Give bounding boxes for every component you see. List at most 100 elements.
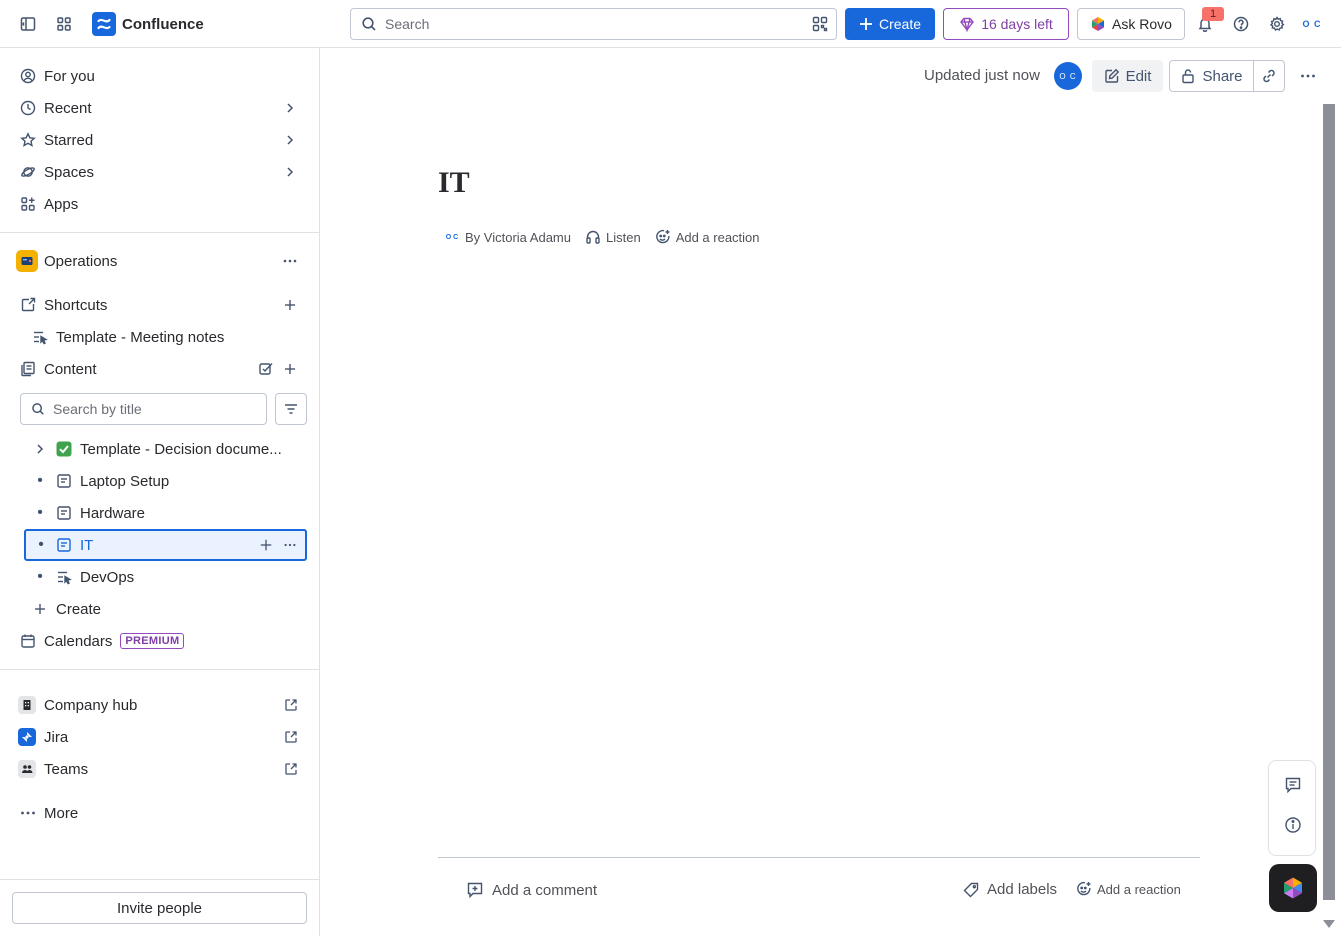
invite-people-button[interactable]: Invite people: [12, 892, 307, 924]
profile-avatar[interactable]: O C: [1299, 11, 1325, 37]
tag-icon: [963, 882, 979, 898]
share-button[interactable]: Share: [1169, 60, 1254, 92]
sidebar-item-spaces[interactable]: Spaces: [12, 156, 308, 188]
tree-item-devops[interactable]: • DevOps: [24, 561, 307, 593]
byline-author[interactable]: O C By Victoria Adamu: [444, 229, 571, 245]
tree-item-hardware[interactable]: • Hardware: [24, 497, 307, 529]
sidebar-app-jira[interactable]: Jira: [12, 721, 308, 753]
page-title: IT: [438, 166, 470, 199]
user-circle-icon: [20, 68, 36, 84]
add-content-plus-icon[interactable]: [282, 361, 298, 377]
sidebar-item-label: More: [44, 804, 79, 822]
qr-code-icon[interactable]: [812, 16, 828, 32]
tree-item-label: Hardware: [80, 504, 146, 522]
shortcut-item-meeting-notes[interactable]: Template - Meeting notes: [12, 321, 308, 353]
sidebar-app-teams[interactable]: Teams: [12, 753, 308, 785]
tree-item-label: Template - Decision docume...: [80, 440, 282, 458]
trial-label: 16 days left: [981, 16, 1053, 32]
listen-label: Listen: [605, 229, 641, 245]
chevron-right-icon: [284, 165, 296, 179]
sidebar-item-label: Recent: [44, 99, 92, 117]
tree-item-decision-document[interactable]: Template - Decision docume...: [24, 433, 307, 465]
add-reaction-button[interactable]: Add a reaction: [655, 229, 760, 245]
byline-author-label: By Victoria Adamu: [465, 229, 571, 245]
add-child-plus-icon[interactable]: [259, 538, 273, 552]
search-by-title-placeholder: Search by title: [53, 401, 142, 417]
sidebar-item-starred[interactable]: Starred: [12, 124, 308, 156]
ask-rovo-button[interactable]: Ask Rovo: [1077, 8, 1185, 40]
help-icon[interactable]: [1227, 10, 1255, 38]
author-avatar[interactable]: O C: [1054, 62, 1082, 90]
people-icon: [18, 760, 36, 778]
add-labels-button[interactable]: Add labels: [963, 881, 1057, 898]
add-shortcut-plus-icon[interactable]: [282, 297, 298, 313]
tree-item-laptop-setup[interactable]: • Laptop Setup: [24, 465, 307, 497]
copy-link-button[interactable]: [1253, 60, 1285, 92]
tree-item-it[interactable]: • IT: [24, 529, 307, 561]
page-byline: O C By Victoria Adamu Listen Add a react…: [444, 229, 774, 245]
info-icon[interactable]: [1283, 815, 1303, 835]
search-by-title-input[interactable]: Search by title: [20, 393, 267, 425]
sidebar-item-label: Spaces: [44, 163, 95, 181]
add-comment-button[interactable]: Add a comment: [466, 881, 597, 899]
clock-icon: [20, 100, 36, 116]
settings-gear-icon[interactable]: [1263, 10, 1291, 38]
sidebar-item-shortcuts[interactable]: Shortcuts: [12, 289, 308, 321]
headphones-icon: [585, 229, 601, 245]
sidebar-toggle-icon[interactable]: [14, 10, 42, 38]
jira-logo-icon: [18, 728, 36, 746]
create-button[interactable]: Create: [845, 8, 935, 40]
shortcut-icon: [20, 297, 36, 313]
sidebar-item-label: Starred: [44, 131, 94, 149]
scroll-down-arrow-icon[interactable]: [1321, 918, 1337, 930]
sidebar-app-company-hub[interactable]: Company hub: [12, 689, 308, 721]
rovo-chat-button[interactable]: [1269, 864, 1317, 912]
building-icon: [18, 696, 36, 714]
sidebar-item-calendars[interactable]: Calendars PREMIUM: [12, 625, 308, 657]
space-header-operations[interactable]: Operations: [12, 245, 308, 277]
edit-button[interactable]: Edit: [1092, 60, 1163, 92]
sidebar-item-recent[interactable]: Recent: [12, 92, 308, 124]
check-emoji-icon: [56, 441, 72, 457]
page-icon: [56, 473, 72, 489]
sidebar-item-more[interactable]: More: [12, 797, 308, 829]
page-scrollbar[interactable]: [1323, 104, 1335, 900]
comments-panel-icon[interactable]: [1283, 775, 1303, 795]
tree-item-label: DevOps: [80, 568, 135, 586]
emoji-add-icon: [1076, 881, 1092, 897]
chevron-right-icon: [284, 133, 296, 147]
sidebar-item-apps[interactable]: Apps: [12, 188, 308, 220]
sidebar-item-for-you[interactable]: For you: [12, 60, 308, 92]
tree-create-button[interactable]: Create: [24, 593, 307, 625]
page-more-actions-icon[interactable]: [283, 538, 297, 552]
sidebar-item-label: Apps: [44, 195, 79, 213]
trial-days-left-button[interactable]: 16 days left: [943, 8, 1069, 40]
content-pages-icon: [20, 361, 36, 377]
footer-add-reaction-label: Add a reaction: [1097, 881, 1181, 897]
sidebar-app-label: Company hub: [44, 696, 138, 714]
tree-item-label: IT: [80, 536, 94, 554]
page-more-actions-icon[interactable]: [1294, 62, 1322, 90]
footer-add-reaction-button[interactable]: Add a reaction: [1076, 881, 1181, 897]
bullet-dot: •: [37, 568, 43, 585]
space-more-actions-icon[interactable]: [282, 253, 298, 269]
create-button-label: Create: [878, 16, 922, 32]
confluence-logo[interactable]: Confluence: [92, 12, 204, 36]
floating-side-panel: [1268, 760, 1316, 856]
edit-label: Edit: [1125, 67, 1152, 85]
bulk-edit-checkbox-icon[interactable]: [258, 361, 274, 377]
filter-button[interactable]: [275, 393, 307, 425]
sidebar-item-label: For you: [44, 67, 95, 85]
gem-icon: [959, 16, 975, 32]
global-search-input[interactable]: Search: [350, 8, 837, 40]
listen-button[interactable]: Listen: [585, 229, 641, 245]
app-switcher-icon[interactable]: [50, 10, 78, 38]
sidebar-item-content[interactable]: Content: [12, 353, 308, 385]
plus-icon: [859, 17, 873, 31]
expand-chevron-icon[interactable]: [24, 442, 56, 456]
rovo-icon: [1090, 16, 1106, 32]
search-placeholder: Search: [385, 16, 430, 32]
pencil-icon: [1104, 68, 1120, 84]
space-name: Operations: [44, 252, 118, 270]
template-page-icon: [32, 329, 48, 345]
